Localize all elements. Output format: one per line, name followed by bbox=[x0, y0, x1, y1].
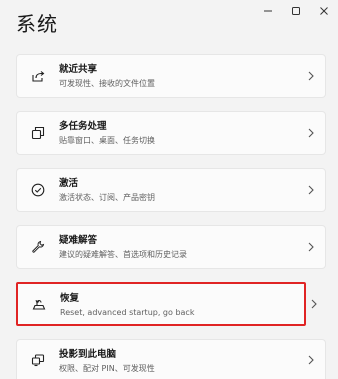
check-circle-icon bbox=[30, 182, 46, 198]
settings-list: 就近共享 可发现性、接收的文件位置 多任务处理 贴靠窗口、桌面、任务切换 激活 … bbox=[16, 54, 326, 379]
page-title: 系统 bbox=[16, 12, 58, 36]
minimize-icon[interactable] bbox=[254, 0, 282, 22]
recovery-icon bbox=[31, 296, 47, 312]
chevron-right-icon bbox=[308, 355, 314, 364]
settings-item-nearby-sharing[interactable]: 就近共享 可发现性、接收的文件位置 bbox=[16, 54, 326, 98]
multitasking-icon bbox=[30, 125, 46, 141]
share-icon bbox=[30, 68, 46, 84]
settings-item-multitasking[interactable]: 多任务处理 贴靠窗口、桌面、任务切换 bbox=[16, 111, 326, 155]
item-description: 权限、配对 PIN、可发现性 bbox=[59, 364, 155, 373]
chevron-right-icon bbox=[308, 128, 314, 138]
wrench-icon bbox=[30, 239, 46, 255]
item-description: 激活状态、订阅、产品密钥 bbox=[59, 193, 155, 202]
item-label: 恢复 bbox=[60, 293, 80, 304]
item-description: Reset, advanced startup, go back bbox=[60, 308, 195, 317]
item-label: 就近共享 bbox=[59, 64, 98, 75]
settings-item-recovery[interactable]: 恢复 Reset, advanced startup, go back bbox=[16, 282, 317, 326]
chevron-right-icon bbox=[308, 185, 314, 195]
projecting-icon bbox=[30, 352, 46, 368]
settings-item-projecting[interactable]: 投影到此电脑 权限、配对 PIN、可发现性 bbox=[16, 339, 326, 379]
item-label: 投影到此电脑 bbox=[59, 349, 117, 360]
item-label: 激活 bbox=[59, 178, 79, 189]
settings-item-activation[interactable]: 激活 激活状态、订阅、产品密钥 bbox=[16, 168, 326, 212]
item-description: 可发现性、接收的文件位置 bbox=[59, 79, 155, 88]
item-label: 疑难解答 bbox=[59, 235, 98, 246]
maximize-icon[interactable] bbox=[282, 0, 310, 22]
item-description: 建议的疑难解答、首选项和历史记录 bbox=[59, 250, 187, 259]
item-description: 贴靠窗口、桌面、任务切换 bbox=[59, 136, 155, 145]
close-icon[interactable] bbox=[310, 0, 338, 22]
settings-window: 系统 就近共享 可发现性、接收的文件位置 多任务处理 贴靠窗口、桌面、任务切换 … bbox=[0, 0, 338, 379]
chevron-right-icon bbox=[308, 242, 314, 252]
chevron-right-icon bbox=[311, 299, 317, 309]
chevron-right-icon bbox=[308, 71, 314, 81]
window-controls bbox=[254, 0, 338, 22]
item-label: 多任务处理 bbox=[59, 121, 107, 132]
settings-item-troubleshoot[interactable]: 疑难解答 建议的疑难解答、首选项和历史记录 bbox=[16, 225, 326, 269]
